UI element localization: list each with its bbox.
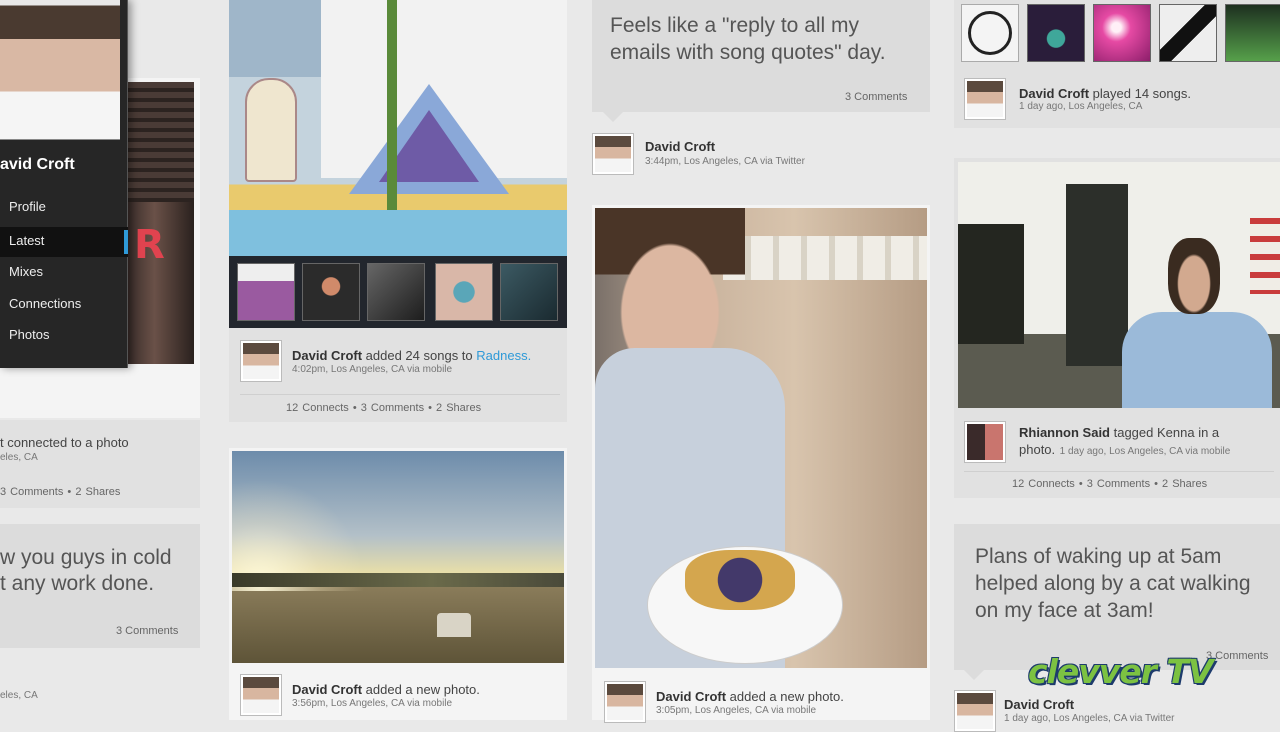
photo-man-eating-cake[interactable] — [595, 208, 927, 668]
comments-link[interactable]: 3 Comments — [845, 91, 907, 103]
photo-mural[interactable] — [229, 0, 567, 256]
photo-man-sunglasses[interactable] — [958, 162, 1280, 408]
divider — [964, 471, 1274, 472]
avatar[interactable] — [604, 681, 646, 723]
post-meta: 1 day ago, Los Angeles, CA — [1019, 101, 1143, 112]
post-author[interactable]: Rhiannon Said — [1019, 425, 1110, 440]
post-line: Rhiannon Said tagged Kenna in a photo. 1… — [1019, 424, 1249, 460]
post-meta: 4:02pm, Los Angeles, CA via mobile — [292, 364, 453, 375]
photo-sunset-field[interactable] — [232, 451, 564, 663]
song-thumb-4[interactable] — [435, 263, 493, 321]
post-meta: 3:44pm, Los Angeles, CA via Twitter — [645, 156, 805, 167]
post-action: added a new photo. — [726, 689, 844, 704]
avatar[interactable] — [240, 674, 282, 716]
post-line: David Croft added a new photo. — [292, 681, 562, 699]
post-author[interactable]: David Croft — [1004, 697, 1074, 712]
post-author[interactable]: David Croft — [292, 682, 362, 697]
quote-tail — [603, 112, 623, 122]
post-meta: 3:05pm, Los Angeles, CA via mobile — [656, 705, 817, 716]
post-author[interactable]: David Croft — [645, 139, 715, 154]
avatar[interactable] — [964, 78, 1006, 120]
avatar[interactable] — [964, 421, 1006, 463]
quote-tail — [964, 670, 984, 680]
activity-stats[interactable]: 3 Comments • 2 Shares — [0, 486, 120, 498]
activity-text: t connected to a photo — [0, 435, 129, 450]
song-thumb-1[interactable] — [237, 263, 295, 321]
quote-text-line2: t any work done. — [0, 572, 155, 595]
quote-text: Plans of waking up at 5am helped along b… — [975, 545, 1251, 622]
quote-text: Feels like a "reply to all my emails wit… — [610, 14, 886, 64]
post-meta: 1 day ago, Los Angeles, CA via mobile — [1059, 446, 1231, 457]
album-thumb-5[interactable] — [1225, 4, 1280, 62]
post-line: David Croft added 24 songs to Radness. — [292, 347, 562, 365]
avatar[interactable] — [592, 133, 634, 175]
song-thumb-2[interactable] — [302, 263, 360, 321]
activity-meta: eles, CA — [0, 452, 38, 463]
avatar[interactable] — [954, 690, 996, 732]
post-line: David Croft added a new photo. — [656, 688, 926, 706]
song-thumb-3[interactable] — [367, 263, 425, 321]
album-thumb-1[interactable] — [961, 4, 1019, 62]
sidebar-item-mixes[interactable]: Mixes — [0, 258, 128, 288]
album-thumb-2[interactable] — [1027, 4, 1085, 62]
album-thumb-4[interactable] — [1159, 4, 1217, 62]
sidebar-user-name[interactable]: avid Croft — [0, 156, 75, 174]
song-thumb-5[interactable] — [500, 263, 558, 321]
sidebar-item-connections[interactable]: Connections — [0, 290, 128, 320]
clevver-tv-logo: clevver TV — [1028, 652, 1213, 691]
photo-neon-sign[interactable]: R — [128, 82, 194, 364]
profile-photo[interactable] — [0, 0, 120, 140]
post-action: added a new photo. — [362, 682, 480, 697]
post-action: added 24 songs to — [362, 348, 477, 363]
divider — [240, 394, 560, 395]
sidebar-item-profile[interactable]: Profile — [0, 193, 128, 223]
bottom-meta: eles, CA — [0, 690, 38, 701]
playlist-link[interactable]: Radness. — [476, 348, 531, 363]
avatar[interactable] — [240, 340, 282, 382]
post-action: played 14 songs. — [1089, 86, 1191, 101]
post-author[interactable]: David Croft — [1019, 86, 1089, 101]
post-meta: 3:56pm, Los Angeles, CA via mobile — [292, 698, 453, 709]
post-meta: 1 day ago, Los Angeles, CA via Twitter — [1004, 713, 1175, 724]
post-author[interactable]: David Croft — [656, 689, 726, 704]
post-stats[interactable]: 12 Connects • 3 Comments • 2 Shares — [286, 402, 481, 414]
quote-text-line1: w you guys in cold — [0, 546, 172, 569]
sidebar-menu: avid Croft Profile Latest Mixes Connecti… — [0, 0, 128, 368]
album-thumb-3[interactable] — [1093, 4, 1151, 62]
sidebar-item-photos[interactable]: Photos — [0, 321, 128, 351]
sidebar-item-latest[interactable]: Latest — [0, 227, 128, 257]
post-stats[interactable]: 12 Connects • 3 Comments • 2 Shares — [1012, 478, 1207, 490]
active-indicator — [124, 230, 128, 254]
post-author[interactable]: David Croft — [292, 348, 362, 363]
comments-link[interactable]: 3 Comments — [116, 625, 178, 637]
